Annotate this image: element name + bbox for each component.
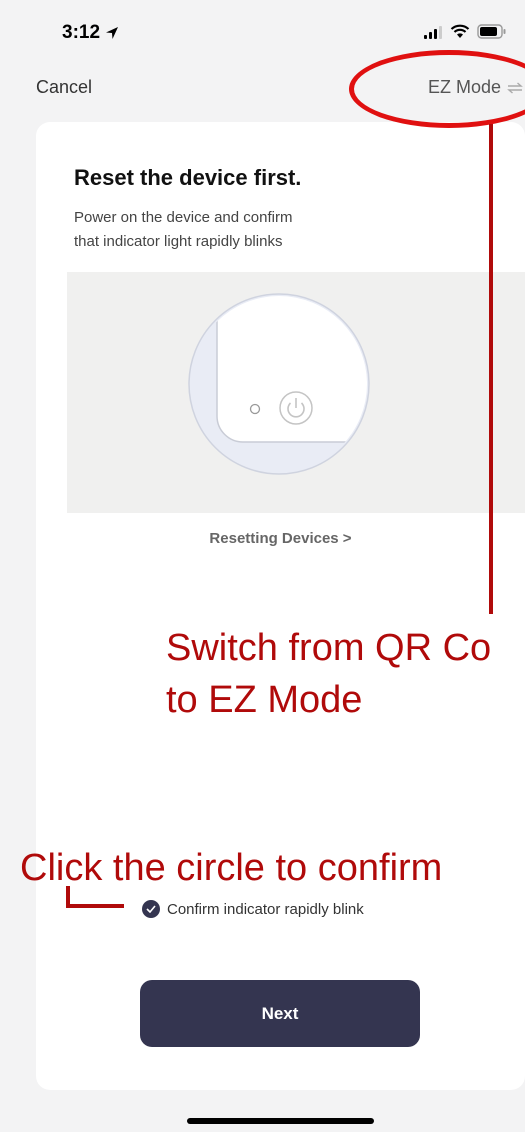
annotation-switch-line-2: to EZ Mode <box>166 679 363 721</box>
status-time: 3:12 <box>62 22 120 44</box>
wifi-icon <box>450 24 470 38</box>
confirm-checkbox-circle[interactable] <box>142 900 160 918</box>
status-time-text: 3:12 <box>62 22 101 43</box>
home-indicator <box>187 1118 374 1124</box>
instructions-line-1: Power on the device and confirm <box>74 209 293 226</box>
signal-icon <box>424 25 442 39</box>
next-button[interactable]: Next <box>140 980 420 1047</box>
annotation-ellipse <box>349 50 525 128</box>
battery-icon <box>477 24 506 39</box>
page-title: Reset the device first. <box>74 165 302 190</box>
instructions-text: Power on the device and confirm that ind… <box>74 206 404 254</box>
confirm-label: Confirm indicator rapidly blink <box>167 900 364 918</box>
instructions-line-2: that indicator light rapidly blinks <box>74 233 283 250</box>
checkmark-icon <box>146 905 156 913</box>
annotation-switch-line-1: Switch from QR Co <box>166 627 492 669</box>
confirm-blink-checkbox[interactable]: Confirm indicator rapidly blink <box>142 900 364 918</box>
device-illustration <box>67 272 525 513</box>
status-indicators <box>423 24 507 39</box>
cancel-button[interactable]: Cancel <box>36 77 92 98</box>
annotation-bracket-horizontal <box>66 904 124 908</box>
annotation-connector-line <box>489 124 493 614</box>
reset-instructions-card: Reset the device first. Power on the dev… <box>36 122 525 1090</box>
resetting-devices-link[interactable]: Resetting Devices > <box>36 530 525 547</box>
device-reset-image <box>188 293 370 475</box>
annotation-click-hint: Click the circle to confirm <box>20 847 443 889</box>
screen: 3:12 Cancel EZ Mode Reset the device fir… <box>0 0 525 1132</box>
location-arrow-icon <box>106 27 119 39</box>
